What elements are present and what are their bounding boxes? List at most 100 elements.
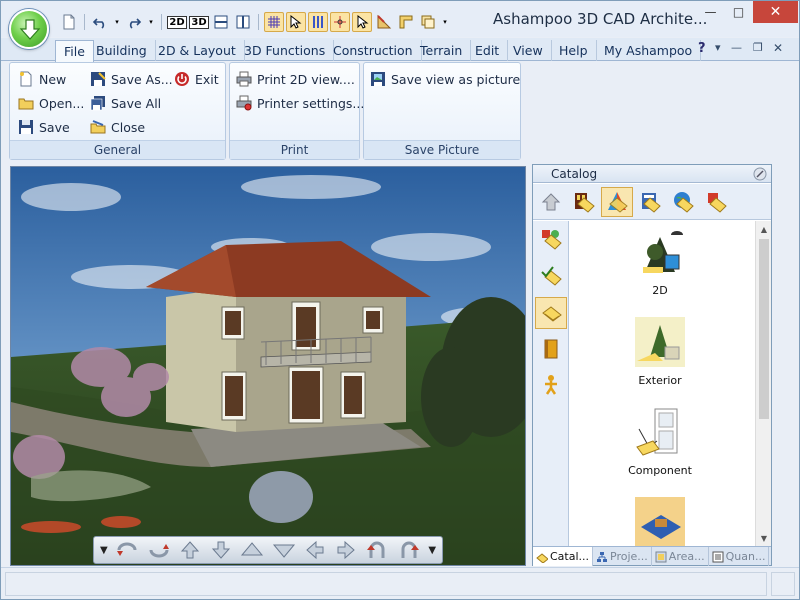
- ribbon-close-icon[interactable]: ✕: [773, 41, 783, 55]
- catalog-side-shapes-icon[interactable]: [535, 223, 567, 255]
- group-save-picture-label: Save Picture: [364, 140, 520, 159]
- save-all-icon: [90, 96, 105, 111]
- tab-quantity[interactable]: Quan...: [709, 547, 770, 566]
- catalog-globe-icon[interactable]: [667, 187, 699, 217]
- tab-construction[interactable]: Construction: [325, 40, 422, 61]
- measure-icon[interactable]: [374, 12, 394, 32]
- quick-access-toolbar: ▾ ▾ 2D 3D ▾: [59, 11, 450, 33]
- undo-dropdown-icon[interactable]: ▾: [112, 12, 122, 32]
- pin-icon[interactable]: [753, 167, 767, 181]
- pointer-icon[interactable]: [352, 12, 372, 32]
- catalog-side-book-icon[interactable]: [535, 333, 567, 365]
- move-up-icon[interactable]: [176, 539, 203, 561]
- close-file-button[interactable]: Close: [90, 117, 145, 137]
- corner-icon[interactable]: [396, 12, 416, 32]
- tab-building[interactable]: Building: [88, 40, 156, 61]
- catalog-materials-icon[interactable]: [634, 187, 666, 217]
- redo-icon[interactable]: [124, 12, 144, 32]
- move-right-icon[interactable]: [333, 539, 360, 561]
- customize-dropdown-icon[interactable]: ▾: [440, 12, 450, 32]
- ribbon-minimize-icon[interactable]: —: [731, 41, 742, 54]
- 3d-viewport[interactable]: [10, 166, 526, 566]
- save-label: Save: [39, 119, 70, 135]
- catalog-item-2d[interactable]: 2D: [600, 227, 720, 297]
- catalog-item-component[interactable]: Component: [600, 407, 720, 477]
- catalog-side-toolbar: [533, 221, 569, 546]
- tab-quantity-label: Quan...: [725, 550, 766, 563]
- close-folder-icon: [90, 120, 106, 134]
- exit-button[interactable]: Exit: [174, 69, 219, 89]
- tilt-up-icon[interactable]: [239, 539, 266, 561]
- tilt-down-icon[interactable]: [270, 539, 297, 561]
- move-down-icon[interactable]: [207, 539, 234, 561]
- select-icon[interactable]: [286, 12, 306, 32]
- new-doc-icon[interactable]: [59, 12, 79, 32]
- rotate-left-icon[interactable]: [114, 539, 141, 561]
- open-button[interactable]: Open...: [18, 93, 84, 113]
- scroll-down-icon[interactable]: ▼: [756, 530, 772, 546]
- tab-project[interactable]: Proje...: [593, 547, 652, 566]
- save-as-button[interactable]: Save As...: [90, 69, 173, 89]
- view-3d-icon[interactable]: 3D: [189, 12, 209, 32]
- catalog-up-icon[interactable]: [535, 187, 567, 217]
- grid-icon[interactable]: [264, 12, 284, 32]
- status-grip: [771, 572, 795, 596]
- close-button[interactable]: ✕: [753, 1, 798, 23]
- catalog-side-person-icon[interactable]: [535, 369, 567, 401]
- catalog-item-list: 2D Exterior Component: [570, 221, 755, 546]
- tab-edit[interactable]: Edit: [467, 40, 509, 61]
- tab-help[interactable]: Help: [551, 40, 597, 61]
- scroll-up-icon[interactable]: ▲: [756, 221, 772, 237]
- catalog-side-folder-icon[interactable]: [535, 297, 567, 329]
- save-all-button[interactable]: Save All: [90, 93, 161, 113]
- tab-terrain[interactable]: Terrain: [412, 40, 472, 61]
- maximize-button[interactable]: □: [725, 1, 752, 23]
- save-button[interactable]: Save: [18, 117, 70, 137]
- split-horizontal-icon[interactable]: [211, 12, 231, 32]
- redo-dropdown-icon[interactable]: ▾: [146, 12, 156, 32]
- minimize-button[interactable]: —: [697, 1, 724, 23]
- turn-right-icon[interactable]: [395, 539, 422, 561]
- printer-settings-button[interactable]: Printer settings...: [236, 93, 364, 113]
- view-2d-icon[interactable]: 2D: [167, 12, 187, 32]
- turn-left-icon[interactable]: [364, 539, 391, 561]
- copy-icon[interactable]: [418, 12, 438, 32]
- 3d-scene-image: [11, 167, 525, 565]
- application-menu-button[interactable]: [9, 9, 49, 49]
- undo-icon[interactable]: [90, 12, 110, 32]
- tab-view[interactable]: View: [505, 40, 552, 61]
- snap-icon[interactable]: [330, 12, 350, 32]
- catalog-toolbar: [533, 184, 771, 220]
- catalog-side-check-icon[interactable]: [535, 259, 567, 291]
- catalog-custom-icon[interactable]: [700, 187, 732, 217]
- move-left-icon[interactable]: [301, 539, 328, 561]
- ribbon-options-icon[interactable]: ▾: [715, 41, 721, 54]
- tab-3d-functions[interactable]: 3D Functions: [236, 40, 335, 61]
- catalog-scrollbar[interactable]: ▲ ▼: [755, 221, 771, 546]
- printer-settings-label: Printer settings...: [257, 95, 365, 111]
- print-2d-view-button[interactable]: Print 2D view....: [236, 69, 355, 89]
- save-view-as-picture-button[interactable]: Save view as picture: [370, 69, 520, 89]
- catalog-item-furniture[interactable]: [600, 497, 720, 546]
- ribbon-restore-icon[interactable]: ❐: [753, 41, 763, 54]
- status-bar: [1, 567, 799, 599]
- catalog-objects-icon[interactable]: [601, 187, 633, 217]
- area-icon: [655, 551, 667, 562]
- new-button[interactable]: New: [18, 69, 66, 89]
- catalog-item-exterior[interactable]: Exterior: [600, 317, 720, 387]
- save-as-icon: [91, 72, 106, 86]
- tab-2d-layout[interactable]: 2D & Layout: [150, 40, 245, 61]
- split-vertical-icon[interactable]: [233, 12, 253, 32]
- nav-left-dropdown-icon[interactable]: ▼: [98, 545, 110, 556]
- nav-right-dropdown-icon[interactable]: ▼: [426, 545, 438, 556]
- rotate-right-icon[interactable]: [145, 539, 172, 561]
- tab-catalog[interactable]: Catal...: [533, 547, 594, 566]
- tab-area[interactable]: Area...: [652, 547, 709, 566]
- columns-icon[interactable]: [308, 12, 328, 32]
- help-icon[interactable]: ?: [698, 41, 706, 56]
- toolbar-separator: [161, 14, 162, 30]
- scroll-thumb[interactable]: [759, 239, 769, 419]
- tab-project-label: Proje...: [610, 550, 648, 563]
- catalog-furniture-icon[interactable]: [568, 187, 600, 217]
- tab-my-ashampoo[interactable]: My Ashampoo: [596, 40, 702, 61]
